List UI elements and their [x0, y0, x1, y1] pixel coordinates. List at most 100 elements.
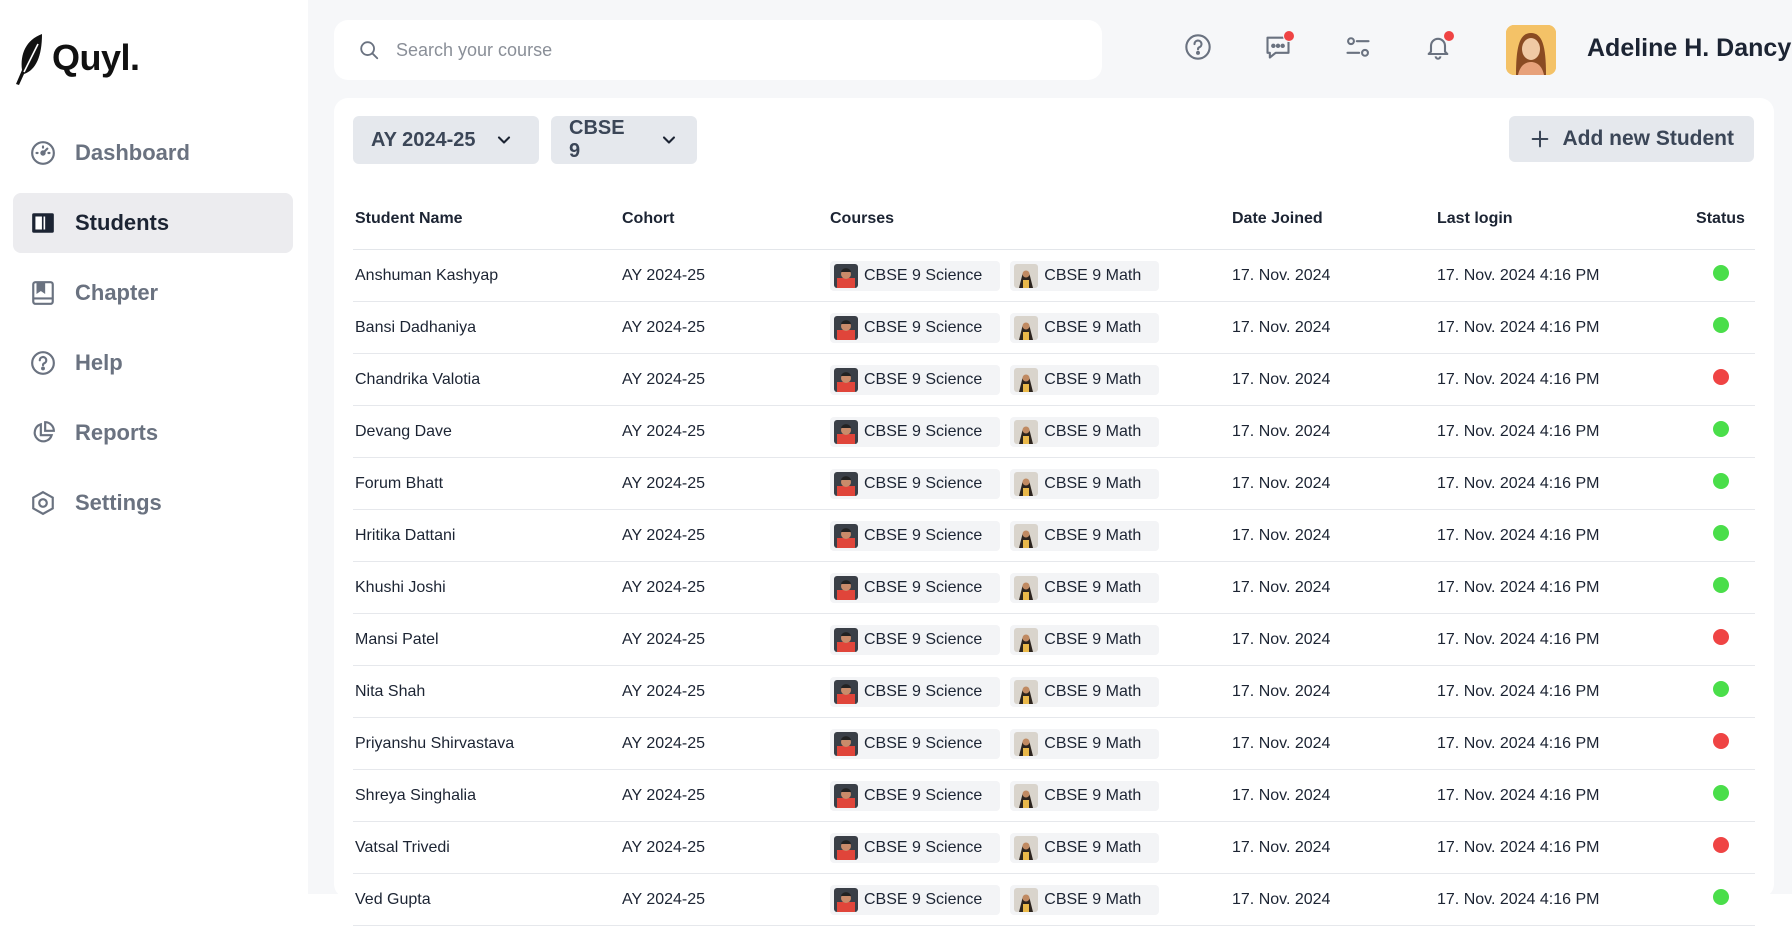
course-chip[interactable]: CBSE 9 Science — [830, 416, 1001, 447]
table-row[interactable]: Ved Gupta AY 2024-25 CBSE 9 Science CBSE… — [353, 873, 1755, 926]
course-chip[interactable]: CBSE 9 Math — [1010, 832, 1160, 863]
sidebar-item-dashboard[interactable]: Dashboard — [13, 123, 293, 183]
course-label: CBSE 9 Math — [1044, 630, 1142, 648]
year-dropdown[interactable]: AY 2024-25 — [353, 116, 539, 164]
sidebar-item-students[interactable]: Students — [13, 193, 293, 253]
course-chip[interactable]: CBSE 9 Math — [1010, 260, 1160, 291]
course-chip[interactable]: CBSE 9 Math — [1010, 520, 1160, 551]
course-chip[interactable]: CBSE 9 Math — [1010, 572, 1160, 603]
add-student-button[interactable]: Add new Student — [1508, 116, 1754, 162]
course-chip[interactable]: CBSE 9 Math — [1010, 416, 1160, 447]
student-name[interactable]: Bansi Dadhaniya — [353, 301, 621, 354]
course-thumbnail — [1014, 783, 1039, 808]
table-row[interactable]: Hritika Dattani AY 2024-25 CBSE 9 Scienc… — [353, 509, 1755, 562]
student-name[interactable]: Shreya Singhalia — [353, 769, 621, 822]
course-chip[interactable]: CBSE 9 Science — [830, 832, 1001, 863]
course-chip[interactable]: CBSE 9 Science — [830, 780, 1001, 811]
help-circle-icon — [1185, 34, 1211, 60]
last-login: 17. Nov. 2024 4:16 PM — [1436, 717, 1686, 770]
last-login: 17. Nov. 2024 4:16 PM — [1436, 457, 1686, 510]
app-logo[interactable]: Quyl. — [12, 30, 140, 86]
student-cohort: AY 2024-25 — [621, 457, 829, 510]
course-thumbnail — [834, 679, 858, 704]
sidebar-item-reports[interactable]: Reports — [13, 403, 293, 463]
course-chip[interactable]: CBSE 9 Science — [830, 572, 1001, 603]
filters-button[interactable] — [1343, 32, 1373, 62]
column-header-last-login[interactable]: Last login — [1436, 206, 1686, 250]
help-button[interactable] — [1183, 32, 1213, 62]
notifications-button[interactable] — [1423, 30, 1455, 62]
sidebar-item-label: Settings — [75, 490, 162, 515]
course-chip[interactable]: CBSE 9 Math — [1010, 884, 1160, 915]
course-chip[interactable]: CBSE 9 Math — [1010, 624, 1160, 655]
sidebar-item-settings[interactable]: Settings — [13, 473, 293, 533]
column-header-courses[interactable]: Courses — [829, 206, 1231, 250]
app-name: Quyl. — [52, 37, 140, 78]
status-cell — [1686, 665, 1755, 718]
course-thumbnail — [834, 419, 858, 444]
course-chip[interactable]: CBSE 9 Science — [830, 260, 1001, 291]
table-row[interactable]: Priyanshu Shirvastava AY 2024-25 CBSE 9 … — [353, 717, 1755, 770]
student-courses: CBSE 9 Science CBSE 9 Math — [829, 665, 1231, 718]
table-row[interactable]: Mansi Patel AY 2024-25 CBSE 9 Science CB… — [353, 613, 1755, 666]
course-chip[interactable]: CBSE 9 Science — [830, 624, 1001, 655]
messages-button[interactable] — [1263, 30, 1295, 62]
course-chip[interactable]: CBSE 9 Math — [1010, 728, 1160, 759]
search-bar[interactable] — [334, 20, 1102, 80]
table-row[interactable]: Vatsal Trivedi AY 2024-25 CBSE 9 Science… — [353, 821, 1755, 874]
course-label: CBSE 9 Science — [864, 266, 983, 284]
student-name[interactable]: Devang Dave — [353, 405, 621, 458]
table-row[interactable]: Bansi Dadhaniya AY 2024-25 CBSE 9 Scienc… — [353, 301, 1755, 354]
student-name[interactable]: Nita Shah — [353, 665, 621, 718]
student-name[interactable]: Mansi Patel — [353, 613, 621, 666]
student-name[interactable]: Priyanshu Shirvastava — [353, 717, 621, 770]
table-row[interactable]: Khushi Joshi AY 2024-25 CBSE 9 Science C… — [353, 561, 1755, 614]
search-input[interactable] — [394, 38, 1078, 62]
student-name[interactable]: Hritika Dattani — [353, 509, 621, 562]
student-name[interactable]: Vatsal Trivedi — [353, 821, 621, 874]
table-row[interactable]: Devang Dave AY 2024-25 CBSE 9 Science CB… — [353, 405, 1755, 458]
last-login: 17. Nov. 2024 4:16 PM — [1436, 509, 1686, 562]
table-row[interactable]: Chandrika Valotia AY 2024-25 CBSE 9 Scie… — [353, 353, 1755, 406]
student-name[interactable]: Forum Bhatt — [353, 457, 621, 510]
avatar[interactable] — [1506, 25, 1556, 75]
student-cohort: AY 2024-25 — [621, 613, 829, 666]
course-thumbnail — [1014, 731, 1039, 756]
course-chip[interactable]: CBSE 9 Math — [1010, 312, 1160, 343]
sidebar-item-label: Chapter — [75, 280, 159, 305]
column-header-student-name[interactable]: Student Name — [353, 206, 621, 250]
user-name[interactable]: Adeline H. Dancy — [1587, 34, 1791, 63]
course-chip[interactable]: CBSE 9 Science — [830, 468, 1001, 499]
table-row[interactable]: Anshuman Kashyap AY 2024-25 CBSE 9 Scien… — [353, 249, 1755, 302]
sidebar-item-help[interactable]: Help — [13, 333, 293, 393]
course-chip[interactable]: CBSE 9 Math — [1010, 364, 1160, 395]
class-dropdown[interactable]: CBSE 9 — [551, 116, 697, 164]
student-name[interactable]: Khushi Joshi — [353, 561, 621, 614]
student-cohort: AY 2024-25 — [621, 873, 829, 926]
column-header-cohort[interactable]: Cohort — [621, 206, 829, 250]
course-chip[interactable]: CBSE 9 Science — [830, 312, 1001, 343]
student-name[interactable]: Chandrika Valotia — [353, 353, 621, 406]
table-row[interactable]: Forum Bhatt AY 2024-25 CBSE 9 Science CB… — [353, 457, 1755, 510]
column-header-date-joined[interactable]: Date Joined — [1231, 206, 1436, 250]
status-cell — [1686, 457, 1755, 510]
sidebar-item-chapter[interactable]: Chapter — [13, 263, 293, 323]
course-thumbnail — [1014, 367, 1039, 392]
course-chip[interactable]: CBSE 9 Science — [830, 364, 1001, 395]
course-chip[interactable]: CBSE 9 Science — [830, 676, 1001, 707]
course-chip[interactable]: CBSE 9 Math — [1010, 780, 1160, 811]
last-login: 17. Nov. 2024 4:16 PM — [1436, 353, 1686, 406]
course-chip[interactable]: CBSE 9 Science — [830, 884, 1001, 915]
column-header-status[interactable]: Status — [1686, 206, 1755, 250]
sliders-icon — [1346, 37, 1370, 57]
table-row[interactable]: Nita Shah AY 2024-25 CBSE 9 Science CBSE… — [353, 665, 1755, 718]
student-name[interactable]: Anshuman Kashyap — [353, 249, 621, 302]
student-name[interactable]: Ved Gupta — [353, 873, 621, 926]
table-row[interactable]: Shreya Singhalia AY 2024-25 CBSE 9 Scien… — [353, 769, 1755, 822]
course-chip[interactable]: CBSE 9 Math — [1010, 676, 1160, 707]
course-chip[interactable]: CBSE 9 Science — [830, 728, 1001, 759]
student-cohort: AY 2024-25 — [621, 717, 829, 770]
course-thumbnail — [834, 367, 858, 392]
course-chip[interactable]: CBSE 9 Math — [1010, 468, 1160, 499]
course-chip[interactable]: CBSE 9 Science — [830, 520, 1001, 551]
